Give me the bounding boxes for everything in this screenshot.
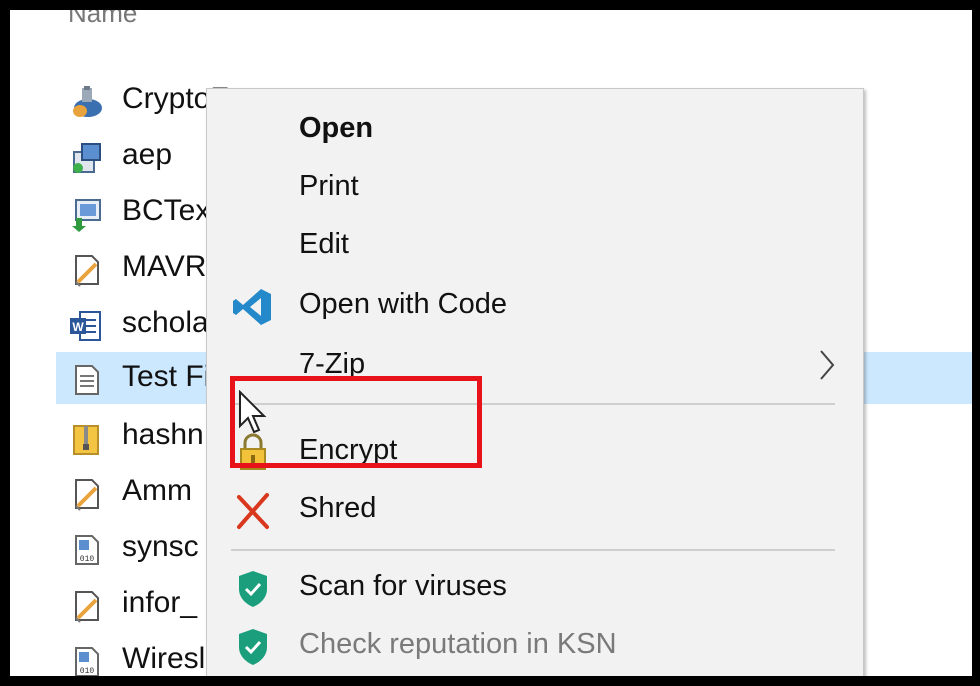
menu-item-label: Print bbox=[299, 170, 359, 202]
word-document-icon: W bbox=[70, 311, 101, 341]
file-name: synsc bbox=[122, 530, 199, 563]
file-name: aep bbox=[122, 138, 173, 171]
script-document-icon bbox=[75, 255, 99, 287]
menu-item-label: Shred bbox=[299, 492, 377, 524]
installer-icon bbox=[73, 143, 101, 173]
explorer-window: Name CryptoForge aep bbox=[10, 10, 972, 676]
mouse-cursor-icon bbox=[239, 390, 267, 434]
file-name: Test Fi bbox=[122, 360, 211, 393]
file-name: BCTex bbox=[122, 194, 211, 227]
chevron-right-icon bbox=[820, 350, 835, 380]
red-x-icon bbox=[237, 493, 269, 529]
menu-item-check-reputation[interactable]: Check reputation in KSN bbox=[207, 619, 863, 671]
menu-item-open-with-code[interactable]: Open with Code bbox=[207, 279, 863, 331]
menu-item-label: Edit bbox=[299, 228, 349, 260]
text-document-icon bbox=[75, 365, 99, 395]
kaspersky-shield-icon bbox=[239, 629, 267, 665]
install-download-icon bbox=[72, 199, 101, 232]
menu-item-edit[interactable]: Edit bbox=[207, 219, 863, 271]
menu-item-print[interactable]: Print bbox=[207, 161, 863, 213]
menu-item-label: Open with Code bbox=[299, 288, 507, 320]
file-name: schola bbox=[122, 306, 209, 339]
menu-item-shred[interactable]: Shred bbox=[207, 483, 863, 535]
svg-text:010: 010 bbox=[80, 555, 95, 564]
binary-file-icon: 010 bbox=[75, 535, 99, 565]
file-name: Wiresl bbox=[122, 642, 206, 675]
menu-separator bbox=[231, 549, 835, 551]
vscode-icon bbox=[233, 289, 271, 325]
script-document-icon bbox=[75, 479, 99, 511]
menu-item-label: Open bbox=[299, 112, 374, 144]
cryptoforge-app-icon bbox=[73, 86, 102, 117]
binary-file-icon: 010 bbox=[75, 647, 99, 676]
menu-item-label: Check reputation in KSN bbox=[299, 628, 617, 660]
file-name: MAVR bbox=[122, 250, 207, 283]
script-document-icon bbox=[75, 591, 99, 623]
file-name: hashn bbox=[122, 418, 204, 451]
zip-folder-icon bbox=[73, 425, 99, 455]
svg-text:W: W bbox=[72, 320, 84, 334]
menu-item-label: Scan for viruses bbox=[299, 570, 507, 602]
kaspersky-shield-icon bbox=[239, 571, 267, 607]
file-name: infor_ bbox=[122, 586, 198, 619]
svg-text:010: 010 bbox=[80, 667, 95, 676]
file-name: Amm bbox=[122, 474, 192, 507]
menu-item-open[interactable]: Open bbox=[207, 103, 863, 155]
menu-item-scan-for-viruses[interactable]: Scan for viruses bbox=[207, 561, 863, 613]
